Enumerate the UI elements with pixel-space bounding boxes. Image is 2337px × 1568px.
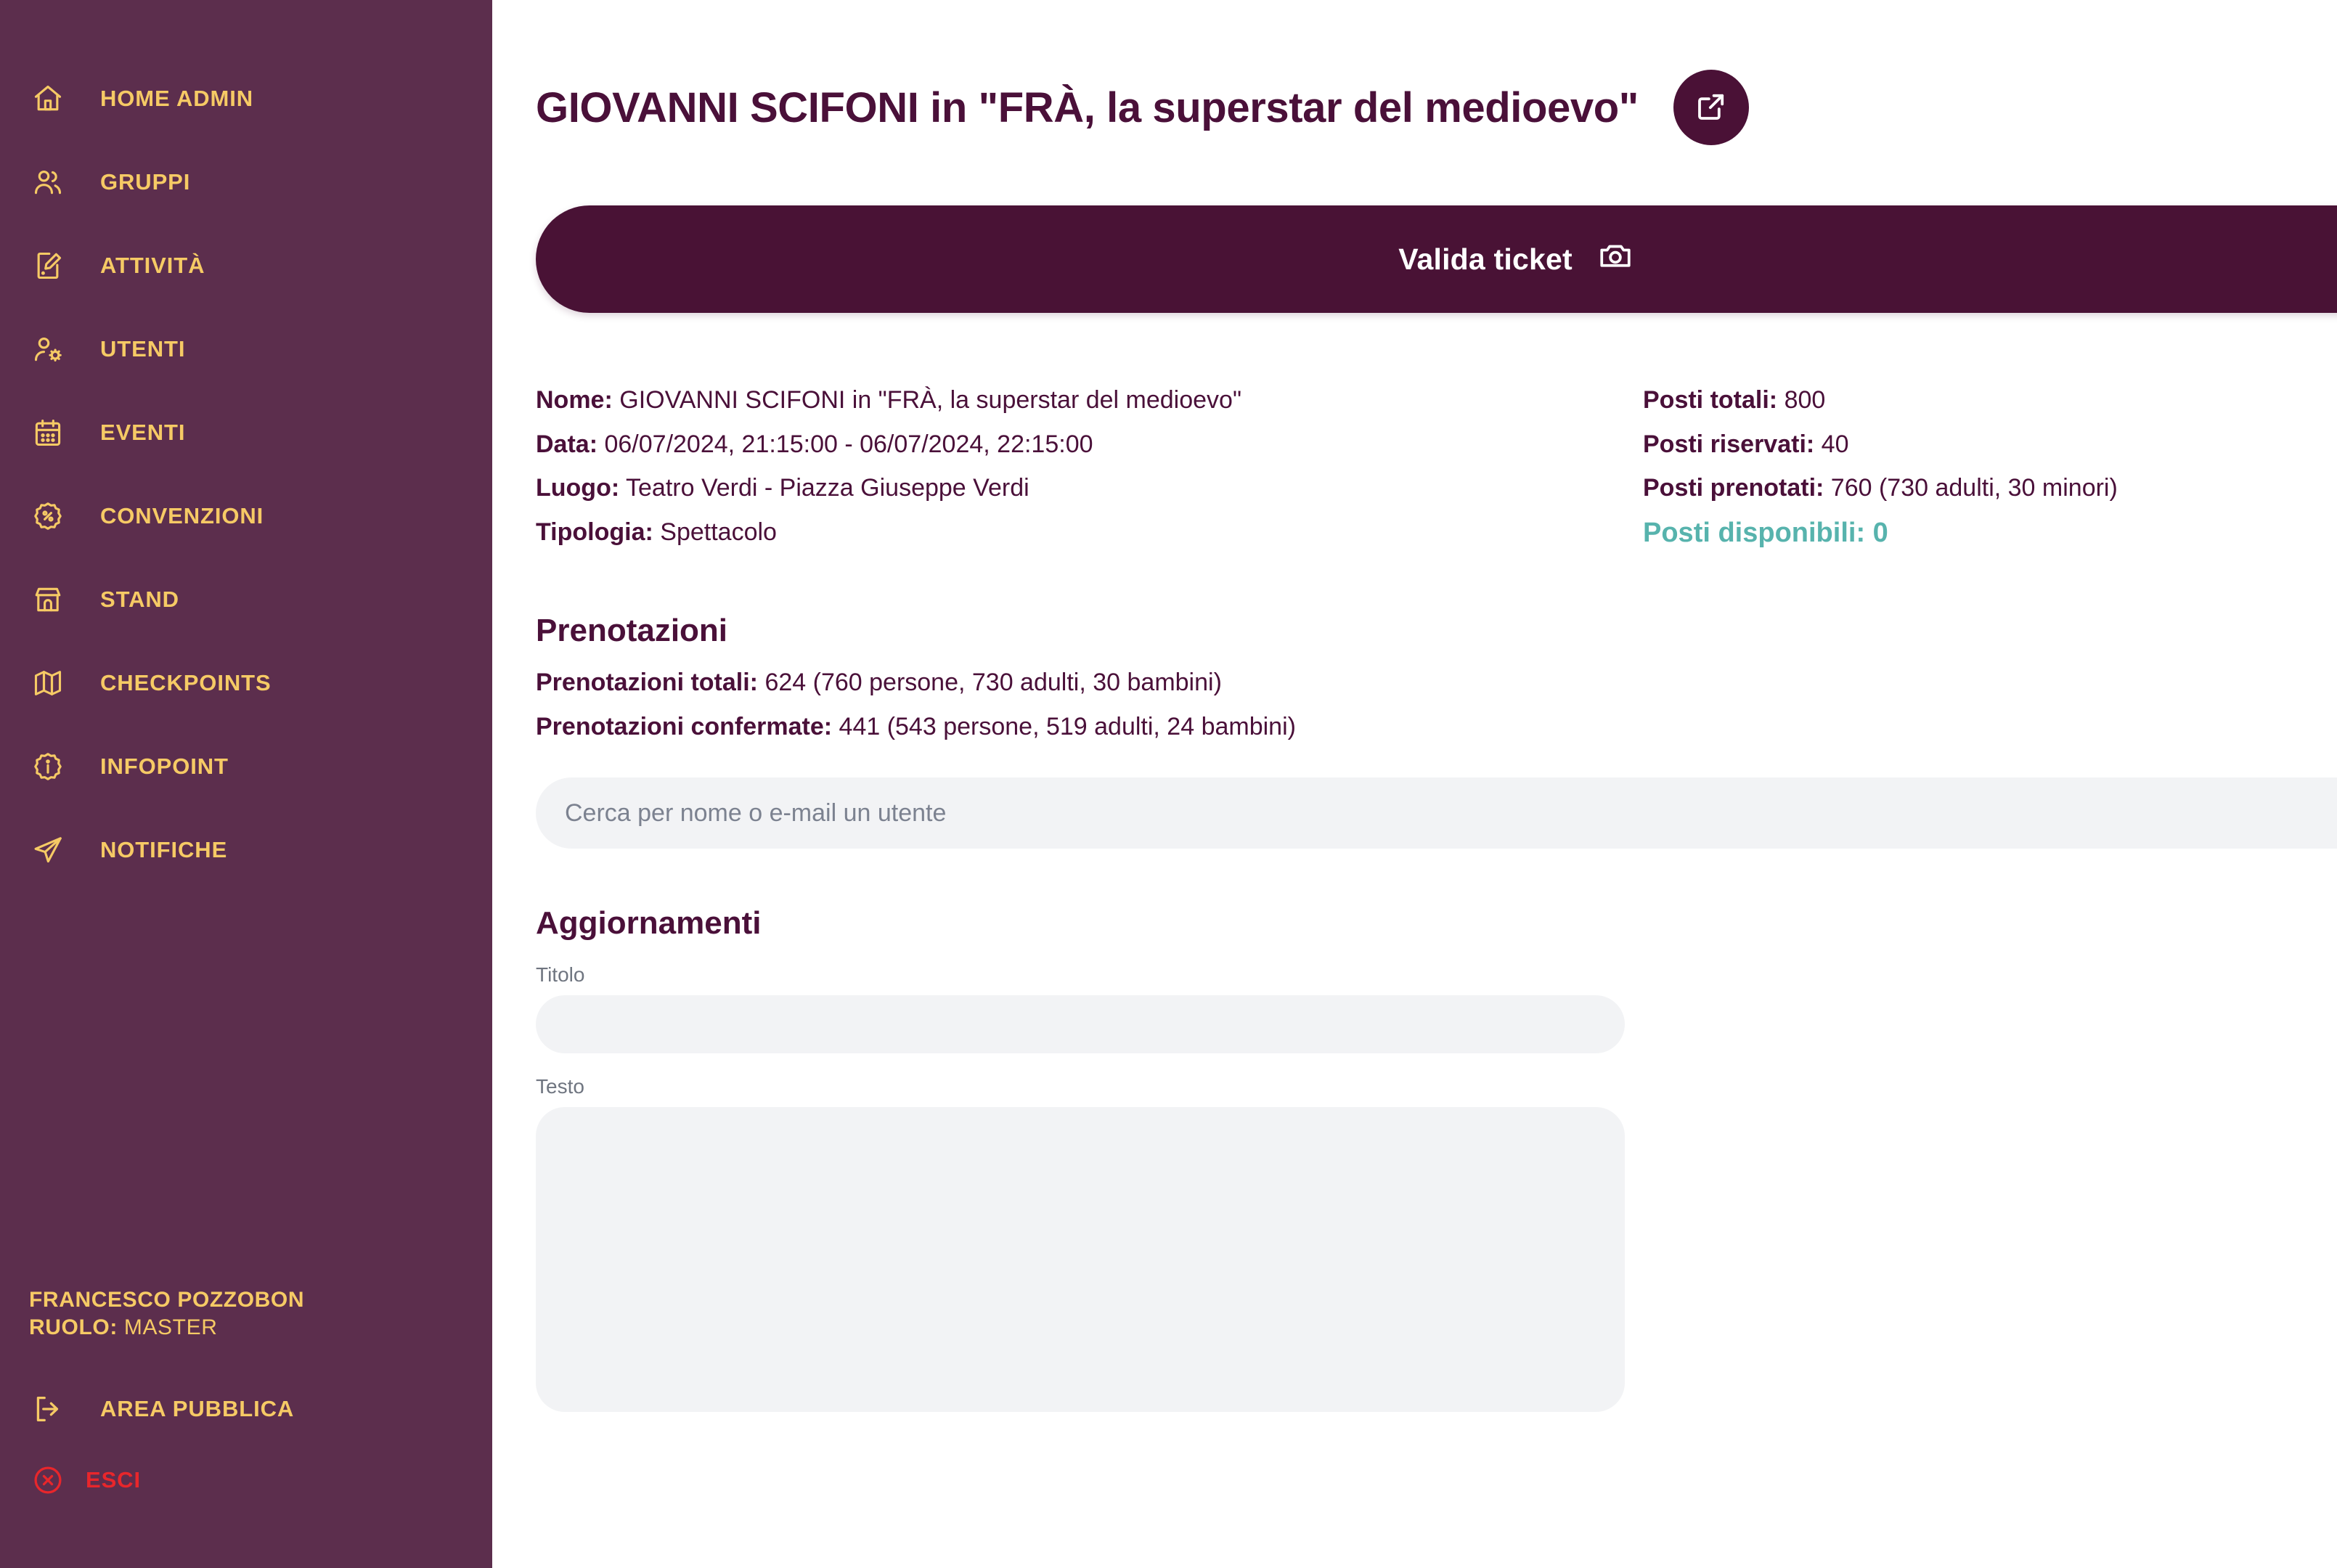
sidebar-item-notifiche[interactable]: NOTIFICHE (0, 808, 492, 891)
sidebar-item-label: EVENTI (100, 419, 186, 445)
sidebar: HOME ADMIN GRUPPI ATTIVITÀ UTENTI EVENTI… (0, 0, 492, 1568)
event-details: Nome: GIOVANNI SCIFONI in "FRÀ, la super… (492, 313, 2337, 556)
detail-luogo: Luogo: Teatro Verdi - Piazza Giuseppe Ve… (536, 466, 1643, 510)
sidebar-item-utenti[interactable]: UTENTI (0, 307, 492, 391)
updates-title: Aggiornamenti (536, 905, 762, 942)
titolo-input[interactable] (536, 995, 1625, 1054)
send-paper-plane-icon (22, 834, 74, 866)
sidebar-item-label: HOME ADMIN (100, 85, 254, 111)
sidebar-item-label: NOTIFICHE (100, 836, 228, 862)
valida-ticket-button[interactable]: Valida ticket (536, 205, 2337, 313)
sidebar-item-label: ATTIVITÀ (100, 252, 205, 278)
bookings-title: Prenotazioni (536, 613, 728, 649)
detail-posti-totali-value: 800 (1784, 386, 1826, 414)
page-header: GIOVANNI SCIFONI in "FRÀ, la superstar d… (492, 0, 2337, 145)
sidebar-item-attivita[interactable]: ATTIVITÀ (0, 224, 492, 307)
external-link-icon (1694, 89, 1729, 126)
map-icon (22, 667, 74, 699)
area-pubblica-label: AREA PUBBLICA (100, 1396, 295, 1421)
external-link-button[interactable] (1673, 70, 1749, 145)
search-input[interactable] (536, 777, 2337, 849)
sidebar-item-label: CONVENZIONI (100, 502, 264, 528)
detail-data-label: Data: (536, 430, 598, 458)
sidebar-item-home-admin[interactable]: HOME ADMIN (0, 57, 492, 140)
detail-posti-riservati-value: 40 (1821, 430, 1849, 458)
sidebar-item-label: INFOPOINT (100, 753, 229, 779)
detail-luogo-label: Luogo: (536, 474, 620, 502)
user-name: FRANCESCO POZZOBON (29, 1288, 305, 1312)
event-details-right: Posti totali: 800 Posti riservati: 40 Po… (1643, 378, 2337, 556)
close-circle-icon (22, 1464, 74, 1496)
titolo-field-label: Titolo (536, 963, 585, 987)
detail-posti-totali: Posti totali: 800 (1643, 378, 2337, 422)
valida-ticket-label: Valida ticket (1398, 242, 1573, 276)
bookings-confirmed: Prenotazioni confermate: 441 (543 person… (536, 705, 2337, 749)
bookings-confirmed-label: Prenotazioni confermate: (536, 712, 833, 740)
updates-section: Aggiornamenti Titolo Testo (492, 905, 2337, 1413)
user-role-value: MASTER (123, 1315, 218, 1340)
detail-posti-prenotati-label: Posti prenotati: (1643, 474, 1824, 502)
sidebar-item-infopoint[interactable]: INFOPOINT (0, 724, 492, 808)
detail-posti-prenotati: Posti prenotati: 760 (730 adulti, 30 min… (1643, 466, 2337, 510)
detail-posti-prenotati-value: 760 (730 adulti, 30 minori) (1830, 474, 2118, 502)
testo-field-label: Testo (536, 1075, 584, 1098)
detail-tipologia-label: Tipologia: (536, 518, 653, 546)
detail-tipologia-value: Spettacolo (660, 518, 777, 546)
detail-luogo-value: Teatro Verdi - Piazza Giuseppe Verdi (626, 474, 1029, 502)
edit-document-icon (22, 250, 74, 282)
page-title: GIOVANNI SCIFONI in "FRÀ, la superstar d… (536, 83, 1639, 131)
logout-arrow-icon (22, 1393, 74, 1425)
sidebar-item-label: CHECKPOINTS (100, 669, 272, 695)
bookings-total-value: 624 (760 persone, 730 adulti, 30 bambini… (764, 669, 1222, 697)
user-settings-icon (22, 333, 74, 365)
detail-nome-label: Nome: (536, 386, 613, 414)
camera-icon (1597, 237, 1634, 281)
sidebar-footer: FRANCESCO POZZOBON RUOLO: MASTER AREA PU… (0, 1286, 492, 1568)
detail-posti-totali-label: Posti totali: (1643, 386, 1778, 414)
sidebar-item-label: STAND (100, 586, 179, 612)
calendar-icon (22, 417, 74, 449)
detail-posti-riservati-label: Posti riservati: (1643, 430, 1815, 458)
user-role: RUOLO: MASTER (29, 1314, 492, 1342)
detail-data-value: 06/07/2024, 21:15:00 - 06/07/2024, 22:15… (604, 430, 1093, 458)
sidebar-item-label: UTENTI (100, 335, 186, 362)
app-root: HOME ADMIN GRUPPI ATTIVITÀ UTENTI EVENTI… (0, 0, 2337, 1568)
detail-posti-riservati: Posti riservati: 40 (1643, 422, 2337, 467)
info-icon (22, 751, 74, 783)
testo-textarea[interactable] (536, 1107, 1625, 1413)
sidebar-item-checkpoints[interactable]: CHECKPOINTS (0, 641, 492, 724)
detail-nome: Nome: GIOVANNI SCIFONI in "FRÀ, la super… (536, 378, 1643, 422)
main-content: GIOVANNI SCIFONI in "FRÀ, la superstar d… (492, 0, 2337, 1568)
bookings-total-label: Prenotazioni totali: (536, 669, 758, 697)
users-group-icon (22, 166, 74, 198)
sidebar-item-eventi[interactable]: EVENTI (0, 391, 492, 474)
bookings-confirmed-value: 441 (543 persone, 519 adulti, 24 bambini… (839, 712, 1296, 740)
detail-nome-value: GIOVANNI SCIFONI in "FRÀ, la superstar d… (619, 386, 1242, 414)
bookings-total: Prenotazioni totali: 624 (760 persone, 7… (536, 661, 2337, 705)
sidebar-item-label: GRUPPI (100, 168, 191, 195)
detail-data: Data: 06/07/2024, 21:15:00 - 06/07/2024,… (536, 422, 1643, 467)
discount-percent-icon (22, 500, 74, 532)
bookings-section: Prenotazioni Prenotazioni totali: 624 (7… (492, 613, 2337, 849)
user-role-label: RUOLO: (29, 1315, 118, 1340)
detail-posti-disponibili: Posti disponibili: 0 (1643, 517, 1888, 548)
sidebar-item-stand[interactable]: STAND (0, 558, 492, 641)
sidebar-item-gruppi[interactable]: GRUPPI (0, 140, 492, 224)
event-details-left: Nome: GIOVANNI SCIFONI in "FRÀ, la super… (536, 378, 1643, 556)
area-pubblica-button[interactable]: AREA PUBBLICA (22, 1373, 492, 1445)
esci-label: ESCI (86, 1467, 141, 1493)
sidebar-nav-list: HOME ADMIN GRUPPI ATTIVITÀ UTENTI EVENTI… (0, 0, 492, 891)
sidebar-item-convenzioni[interactable]: CONVENZIONI (0, 474, 492, 558)
home-icon (22, 83, 74, 115)
detail-tipologia: Tipologia: Spettacolo (536, 510, 1643, 555)
store-icon (22, 584, 74, 616)
esci-button[interactable]: ESCI (22, 1445, 492, 1516)
